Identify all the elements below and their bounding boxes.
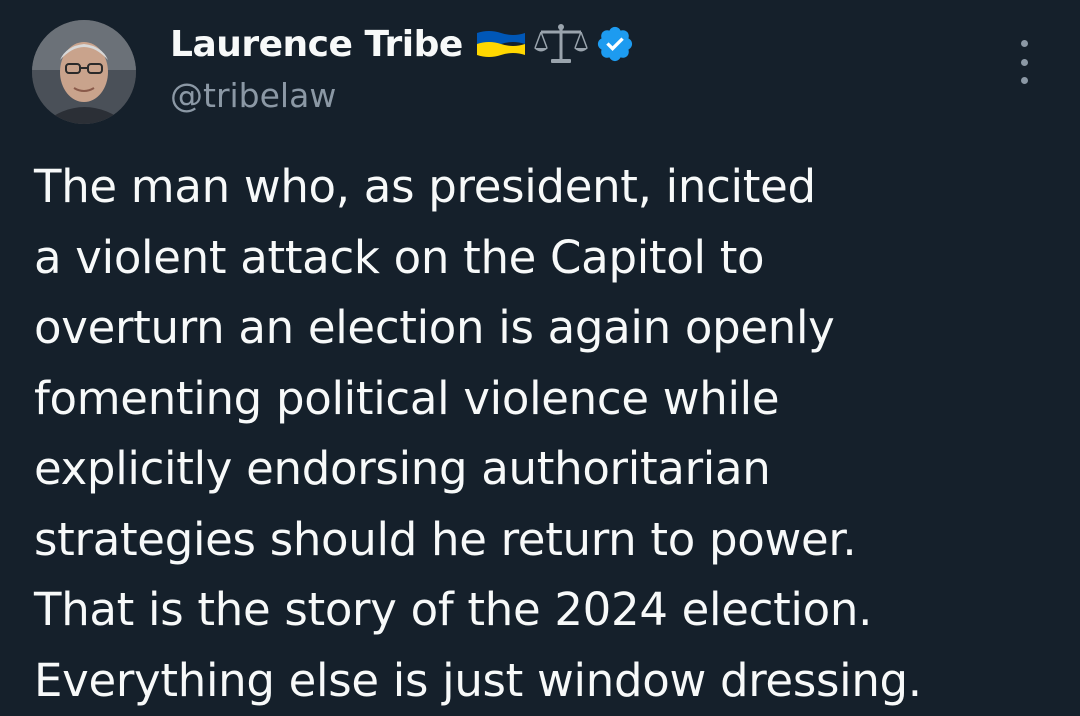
tweet-text-line: a violent attack on the Capitol to (34, 230, 765, 284)
tweet-text: The man who, as president, incited a vio… (34, 152, 1054, 716)
more-vertical-icon (1020, 77, 1028, 84)
avatar-image (32, 20, 136, 124)
tweet-text-line: Everything else is just window dressing. (34, 653, 922, 707)
tweet-text-line: strategies should he return to power. (34, 512, 857, 566)
tweet-text-line: That is the story of the 2024 election. (34, 583, 873, 636)
tweet-text-line: The man who, as president, incited (34, 160, 816, 213)
author-name-row: Laurence Tribe (170, 22, 635, 66)
ukraine-flag-icon (475, 29, 527, 59)
author-handle[interactable]: @tribelaw (170, 76, 336, 115)
tweet: Laurence Tribe @tribelaw The man who, as… (0, 0, 1080, 716)
tweet-text-line: explicitly endorsing authoritarian (34, 442, 771, 495)
author-display-name[interactable]: Laurence Tribe (170, 24, 463, 65)
more-options-button[interactable] (1008, 40, 1040, 84)
more-vertical-icon (1020, 40, 1028, 47)
verified-badge-icon (595, 24, 635, 64)
tweet-text-line: fomenting political violence while (34, 371, 780, 425)
balance-scale-icon (533, 22, 589, 66)
tweet-text-line: overturn an election is again openly (34, 301, 835, 354)
more-vertical-icon (1020, 58, 1028, 66)
avatar[interactable] (32, 20, 136, 124)
